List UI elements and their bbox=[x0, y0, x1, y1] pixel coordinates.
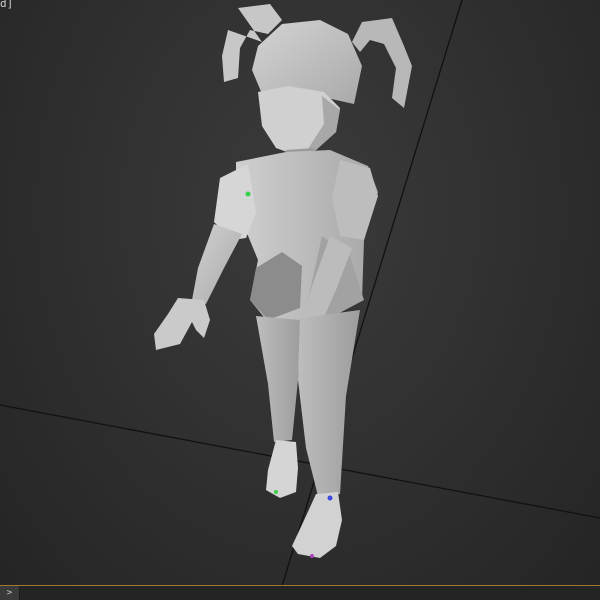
status-bar: > bbox=[0, 585, 600, 600]
maxscript-input[interactable] bbox=[20, 586, 600, 600]
left-leg[interactable] bbox=[256, 316, 300, 442]
left-arm[interactable] bbox=[192, 224, 242, 304]
left-shoe[interactable] bbox=[266, 440, 298, 498]
left-hand[interactable] bbox=[154, 298, 210, 350]
vertex-marker-green bbox=[245, 191, 251, 197]
vertex-marker-blue bbox=[327, 495, 333, 501]
grid-line-horizontal bbox=[0, 404, 600, 519]
vertex-marker-green-2 bbox=[274, 490, 278, 494]
right-shoe[interactable] bbox=[292, 492, 342, 558]
maxscript-prompt-button[interactable]: > bbox=[0, 586, 20, 600]
vertex-marker-purple bbox=[310, 554, 314, 558]
right-leg[interactable] bbox=[298, 310, 360, 496]
right-sleeve[interactable] bbox=[332, 160, 378, 240]
viewport-scene[interactable] bbox=[0, 0, 600, 586]
right-pigtail[interactable] bbox=[352, 18, 412, 108]
perspective-viewport[interactable]: d] > bbox=[0, 0, 600, 600]
